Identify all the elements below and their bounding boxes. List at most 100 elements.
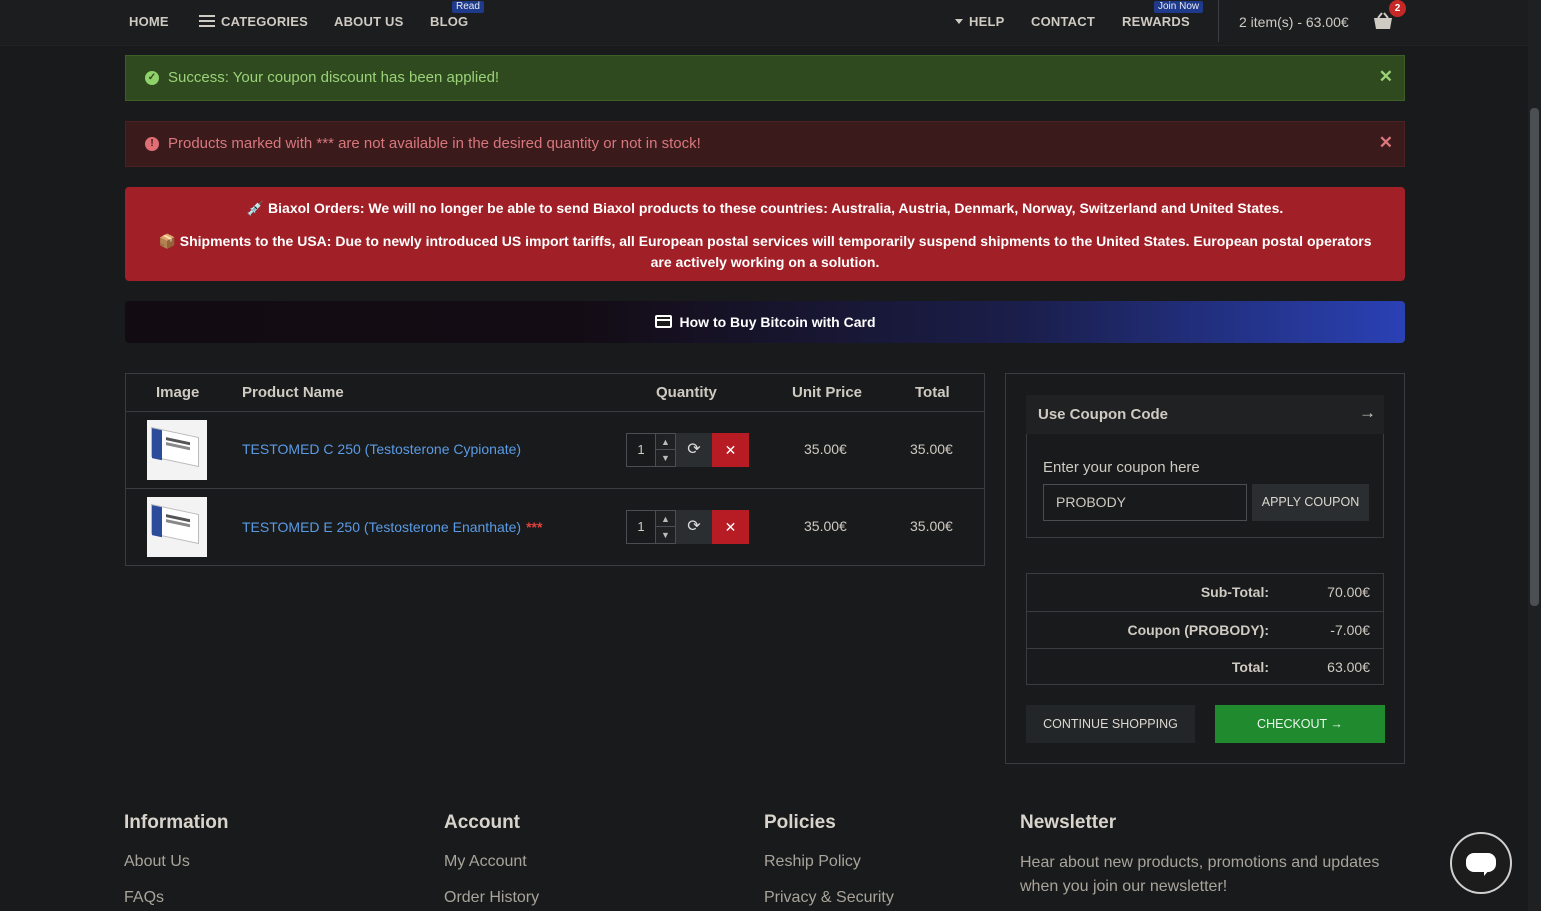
scrollbar-thumb[interactable] <box>1530 108 1539 606</box>
coupon-discount-value: -7.00€ <box>1330 622 1370 638</box>
coupon-title: Use Coupon Code <box>1038 406 1168 423</box>
nav-blog[interactable]: BLOG <box>430 14 468 29</box>
arrow-right-icon: → <box>1359 403 1376 422</box>
footer-information-title: Information <box>124 812 229 833</box>
chevron-up-icon[interactable]: ▲ <box>656 511 675 527</box>
continue-shopping-button[interactable]: CONTINUE SHOPPING <box>1026 705 1195 743</box>
nav-categories[interactable]: CATEGORIES <box>199 14 308 29</box>
rewards-join-badge: Join Now <box>1154 1 1204 13</box>
column-header-image: Image <box>156 384 200 401</box>
nav-divider <box>1218 0 1219 42</box>
caret-down-icon <box>955 19 963 24</box>
footer-link-my-account[interactable]: My Account <box>444 853 527 871</box>
chevron-down-icon[interactable]: ▼ <box>656 450 675 466</box>
remove-item-button[interactable]: ✕ <box>712 433 749 467</box>
coupon-accordion-header[interactable]: Use Coupon Code → <box>1026 395 1384 434</box>
update-quantity-button[interactable]: ⟳ <box>676 433 712 467</box>
usa-shipment-notice-text: 📦 Shipments to the USA: Due to newly int… <box>158 233 1372 270</box>
chevron-up-icon[interactable]: ▲ <box>656 434 675 450</box>
product-name-text: TESTOMED E 250 (Testosterone Enanthate) <box>242 519 522 535</box>
totals-table: Sub-Total: 70.00€ Coupon (PROBODY): -7.0… <box>1026 573 1384 685</box>
coupon-body: Enter your coupon here PROBODY APPLY COU… <box>1026 434 1384 538</box>
nav-contact[interactable]: CONTACT <box>1031 14 1095 29</box>
quantity-stepper[interactable]: ▲ ▼ <box>656 510 676 544</box>
credit-card-icon <box>654 315 672 328</box>
nav-rewards[interactable]: REWARDS <box>1122 14 1190 29</box>
product-thumbnail[interactable] <box>147 420 207 480</box>
checkout-button[interactable]: CHECKOUT → <box>1215 705 1385 743</box>
column-header-quantity: Quantity <box>656 384 717 401</box>
footer-link-faqs[interactable]: FAQs <box>124 889 164 907</box>
nav-help-label: HELP <box>969 14 1005 29</box>
basket-icon[interactable] <box>1373 12 1393 30</box>
total-label: Total: <box>1231 659 1269 675</box>
remove-item-button[interactable]: ✕ <box>712 510 749 544</box>
footer-policies-title: Policies <box>764 812 836 833</box>
footer-link-order-history[interactable]: Order History <box>444 889 539 907</box>
nav-home[interactable]: HOME <box>129 14 169 29</box>
total-value: 63.00€ <box>1327 659 1370 675</box>
quantity-input[interactable]: 1 <box>626 433 656 467</box>
coupon-label: Enter your coupon here <box>1043 459 1200 476</box>
product-thumbnail[interactable] <box>147 497 207 557</box>
footer-link-about-us[interactable]: About Us <box>124 853 190 871</box>
footer-account-title: Account <box>444 812 520 833</box>
footer-newsletter-title: Newsletter <box>1020 812 1117 833</box>
cart-table: Image Product Name Quantity Unit Price T… <box>125 373 985 566</box>
bitcoin-guide-label: How to Buy Bitcoin with Card <box>679 314 876 330</box>
unit-price: 35.00€ <box>804 518 847 534</box>
out-of-stock-marker: *** <box>526 519 543 535</box>
chevron-down-icon[interactable]: ▼ <box>656 527 675 543</box>
apply-coupon-button[interactable]: APPLY COUPON <box>1252 484 1369 521</box>
row-divider <box>126 488 984 489</box>
update-quantity-button[interactable]: ⟳ <box>676 510 712 544</box>
footer-link-privacy-security[interactable]: Privacy & Security <box>764 889 894 907</box>
coupon-row: Coupon (PROBODY): -7.00€ <box>1027 611 1383 648</box>
refresh-icon: ⟳ <box>687 441 701 458</box>
subtotal-value: 70.00€ <box>1327 584 1370 600</box>
stock-warning-alert: ! Products marked with *** are not avail… <box>125 121 1405 167</box>
coupon-input[interactable]: PROBODY <box>1043 484 1247 521</box>
chat-widget-button[interactable] <box>1450 832 1512 894</box>
chat-icon <box>1466 853 1496 876</box>
column-header-product-name: Product Name <box>242 384 344 401</box>
product-name-text: TESTOMED C 250 (Testosterone Cypionate) <box>242 441 522 457</box>
coupon-discount-label: Coupon (PROBODY): <box>1127 622 1269 638</box>
product-name-link[interactable]: TESTOMED C 250 (Testosterone Cypionate) <box>242 441 521 457</box>
line-total: 35.00€ <box>910 518 953 534</box>
refresh-icon: ⟳ <box>687 518 701 535</box>
close-icon: ✕ <box>724 519 737 535</box>
subtotal-label: Sub-Total: <box>1200 584 1269 600</box>
nav-about-us[interactable]: ABOUT US <box>334 14 404 29</box>
product-name-link[interactable]: TESTOMED E 250 (Testosterone Enanthate) *… <box>242 519 542 535</box>
blog-read-badge: Read <box>452 1 484 13</box>
close-icon: ✕ <box>724 442 737 458</box>
cart-count-badge: 2 <box>1389 0 1406 17</box>
cart-summary[interactable]: 2 item(s) - 63.00€ <box>1239 14 1349 30</box>
footer-link-reship-policy[interactable]: Reship Policy <box>764 853 861 871</box>
success-alert-text: Success: Your coupon discount has been a… <box>168 69 500 86</box>
success-alert: ✓ Success: Your coupon discount has been… <box>125 55 1405 101</box>
total-row: Total: 63.00€ <box>1027 648 1383 685</box>
order-summary-panel: Use Coupon Code → Enter your coupon here… <box>1005 373 1405 764</box>
exclamation-circle-icon: ! <box>145 137 159 151</box>
bitcoin-guide-banner[interactable]: How to Buy Bitcoin with Card <box>125 301 1405 343</box>
biaxol-notice-text: 💉 Biaxol Orders: We will no longer be ab… <box>246 200 1284 216</box>
unit-price: 35.00€ <box>804 441 847 457</box>
top-navbar: HOME CATEGORIES ABOUT US BLOG Read HELP … <box>0 0 1528 46</box>
close-icon[interactable]: ✕ <box>1379 133 1393 153</box>
quantity-input[interactable]: 1 <box>626 510 656 544</box>
quantity-stepper[interactable]: ▲ ▼ <box>656 433 676 467</box>
page-scrollbar[interactable] <box>1528 0 1541 911</box>
stock-warning-text: Products marked with *** are not availab… <box>168 135 701 152</box>
column-header-total: Total <box>915 384 950 401</box>
nav-help[interactable]: HELP <box>955 14 1004 29</box>
menu-icon <box>199 15 215 27</box>
close-icon[interactable]: ✕ <box>1379 67 1393 87</box>
column-header-unit-price: Unit Price <box>792 384 863 401</box>
shipping-notice: 💉 Biaxol Orders: We will no longer be ab… <box>125 187 1405 281</box>
check-circle-icon: ✓ <box>145 71 159 85</box>
newsletter-description: Hear about new products, promotions and … <box>1020 854 1380 895</box>
header-divider <box>126 411 984 412</box>
nav-categories-label: CATEGORIES <box>221 14 308 29</box>
